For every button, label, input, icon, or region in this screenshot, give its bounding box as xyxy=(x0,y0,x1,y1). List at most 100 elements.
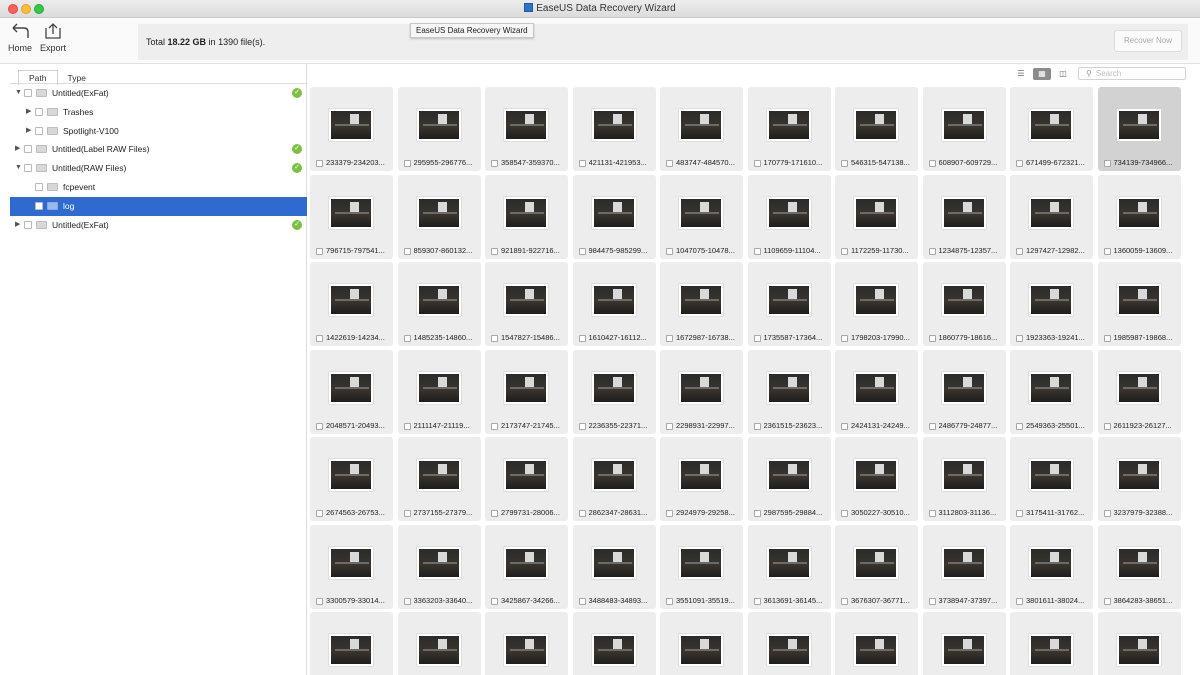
file-tile[interactable]: 3363203-33640... xyxy=(397,524,481,609)
file-tile[interactable]: 1547827-15486... xyxy=(485,262,568,346)
file-tile[interactable] xyxy=(922,612,1006,675)
file-checkbox[interactable] xyxy=(578,597,586,605)
file-tile[interactable] xyxy=(660,612,743,675)
tree-item[interactable]: fcpevent xyxy=(10,178,307,197)
file-tile[interactable]: 1297427-12982... xyxy=(1010,174,1093,259)
file-tile[interactable]: 1610427-16112... xyxy=(572,262,656,346)
file-checkbox[interactable] xyxy=(666,160,673,167)
file-tile[interactable]: 2173747-21745... xyxy=(485,349,568,434)
file-checkbox[interactable] xyxy=(316,160,323,167)
file-checkbox[interactable] xyxy=(928,335,936,342)
tree-item[interactable]: ▼ Untitled(RAW Files) ✓ xyxy=(10,159,307,178)
file-checkbox[interactable] xyxy=(491,247,498,255)
tree-item-checkbox[interactable] xyxy=(24,220,32,229)
file-tile[interactable]: 3237979-32388... xyxy=(1097,437,1181,521)
file-checkbox[interactable] xyxy=(491,597,498,605)
file-tile[interactable]: 1735587-17364... xyxy=(747,262,831,346)
file-checkbox[interactable] xyxy=(403,160,411,167)
tree-item[interactable]: ▶ Trashes xyxy=(10,103,307,122)
file-checkbox[interactable] xyxy=(403,597,411,605)
file-tile[interactable]: 3551091-35519... xyxy=(660,524,743,609)
file-tile[interactable]: 2674563-26753... xyxy=(310,437,393,521)
file-checkbox[interactable] xyxy=(928,247,936,255)
file-tile[interactable]: 2361515-23623... xyxy=(747,349,831,434)
file-tile[interactable]: 1360059-13609... xyxy=(1097,174,1181,259)
file-checkbox[interactable] xyxy=(1103,160,1111,167)
file-checkbox[interactable] xyxy=(403,422,411,430)
tree-item-checkbox[interactable] xyxy=(35,182,43,191)
tree-item[interactable]: ▶ Untitled(Label RAW Files) ✓ xyxy=(10,140,307,159)
file-tile[interactable]: 2924979-29258... xyxy=(660,437,743,521)
file-checkbox[interactable] xyxy=(753,597,761,605)
file-tile[interactable]: 3864283-38651... xyxy=(1097,524,1181,609)
file-checkbox[interactable] xyxy=(1016,510,1023,517)
file-checkbox[interactable] xyxy=(753,247,761,255)
file-checkbox[interactable] xyxy=(578,335,586,342)
file-tile[interactable]: 2799731-28006... xyxy=(485,437,568,521)
file-tile[interactable]: 1109659-11104... xyxy=(747,174,831,259)
file-checkbox[interactable] xyxy=(403,247,411,255)
file-tile[interactable]: 3112803-31136... xyxy=(922,437,1006,521)
file-tile[interactable]: 295955-296776... xyxy=(397,87,481,171)
home-button[interactable]: Home xyxy=(3,22,37,53)
tree-item-checkbox[interactable] xyxy=(24,164,32,173)
file-tile[interactable] xyxy=(485,612,568,675)
file-tile[interactable]: 3488483-34893... xyxy=(572,524,656,609)
file-tile[interactable] xyxy=(572,612,656,675)
file-checkbox[interactable] xyxy=(753,335,761,342)
file-checkbox[interactable] xyxy=(403,510,411,517)
file-tile[interactable]: 1422619-14234... xyxy=(310,262,393,346)
file-tile[interactable] xyxy=(310,612,393,675)
file-checkbox[interactable] xyxy=(316,597,323,605)
file-checkbox[interactable] xyxy=(841,597,848,605)
file-tile[interactable]: 921891-922716... xyxy=(485,174,568,259)
search-input[interactable]: ⚲ Search xyxy=(1078,67,1186,80)
file-tile[interactable]: 3050227-30510... xyxy=(835,437,918,521)
file-tile[interactable] xyxy=(1010,612,1093,675)
file-tile[interactable]: 2737155-27379... xyxy=(397,437,481,521)
file-checkbox[interactable] xyxy=(1016,247,1023,255)
file-checkbox[interactable] xyxy=(1103,247,1111,255)
file-checkbox[interactable] xyxy=(928,597,936,605)
file-tile[interactable]: 3738947-37397... xyxy=(922,524,1006,609)
file-checkbox[interactable] xyxy=(666,510,673,517)
grid-view-icon[interactable]: ▦ xyxy=(1033,68,1051,80)
file-tile[interactable]: 546315-547138... xyxy=(835,87,918,171)
disclosure-expanded-icon[interactable]: ▼ xyxy=(15,159,22,177)
file-tile[interactable]: 3801611-38024... xyxy=(1010,524,1093,609)
file-checkbox[interactable] xyxy=(491,335,498,342)
file-checkbox[interactable] xyxy=(1103,597,1111,605)
file-tile[interactable]: 671499-672321... xyxy=(1010,87,1093,171)
file-checkbox[interactable] xyxy=(1016,422,1023,430)
file-checkbox[interactable] xyxy=(928,510,936,517)
file-tile[interactable]: 734139-734966... xyxy=(1097,87,1181,171)
recover-now-button[interactable]: Recover Now xyxy=(1114,30,1182,52)
file-tile[interactable]: 2424131-24249... xyxy=(835,349,918,434)
file-checkbox[interactable] xyxy=(578,160,586,167)
file-tile[interactable]: 984475-985299... xyxy=(572,174,656,259)
file-tile[interactable]: 2549363-25501... xyxy=(1010,349,1093,434)
disclosure-collapsed-icon[interactable]: ▶ xyxy=(26,103,31,121)
tree-item-checkbox[interactable] xyxy=(35,107,43,116)
file-checkbox[interactable] xyxy=(753,422,761,430)
tree-item[interactable]: ▶ Untitled(ExFat) ✓ xyxy=(10,216,307,235)
file-checkbox[interactable] xyxy=(316,335,323,342)
file-tile[interactable]: 3175411-31762... xyxy=(1010,437,1093,521)
file-tile[interactable] xyxy=(1097,612,1181,675)
file-checkbox[interactable] xyxy=(841,160,848,167)
file-checkbox[interactable] xyxy=(841,247,848,255)
filmstrip-view-icon[interactable]: ◫ xyxy=(1054,68,1072,80)
tree-item-checkbox[interactable] xyxy=(24,145,32,154)
file-checkbox[interactable] xyxy=(316,510,323,517)
file-tile[interactable]: 2298931-22997... xyxy=(660,349,743,434)
file-checkbox[interactable] xyxy=(491,510,498,517)
file-tile[interactable]: 358547-359370... xyxy=(485,87,568,171)
file-tile[interactable]: 1672987-16738... xyxy=(660,262,743,346)
file-checkbox[interactable] xyxy=(666,597,673,605)
file-tile[interactable]: 421131-421953... xyxy=(572,87,656,171)
file-checkbox[interactable] xyxy=(841,335,848,342)
file-checkbox[interactable] xyxy=(578,510,586,517)
disclosure-collapsed-icon[interactable]: ▶ xyxy=(26,122,31,140)
file-tile[interactable]: 2486779-24877... xyxy=(922,349,1006,434)
file-tile[interactable]: 2111147-21119... xyxy=(397,349,481,434)
